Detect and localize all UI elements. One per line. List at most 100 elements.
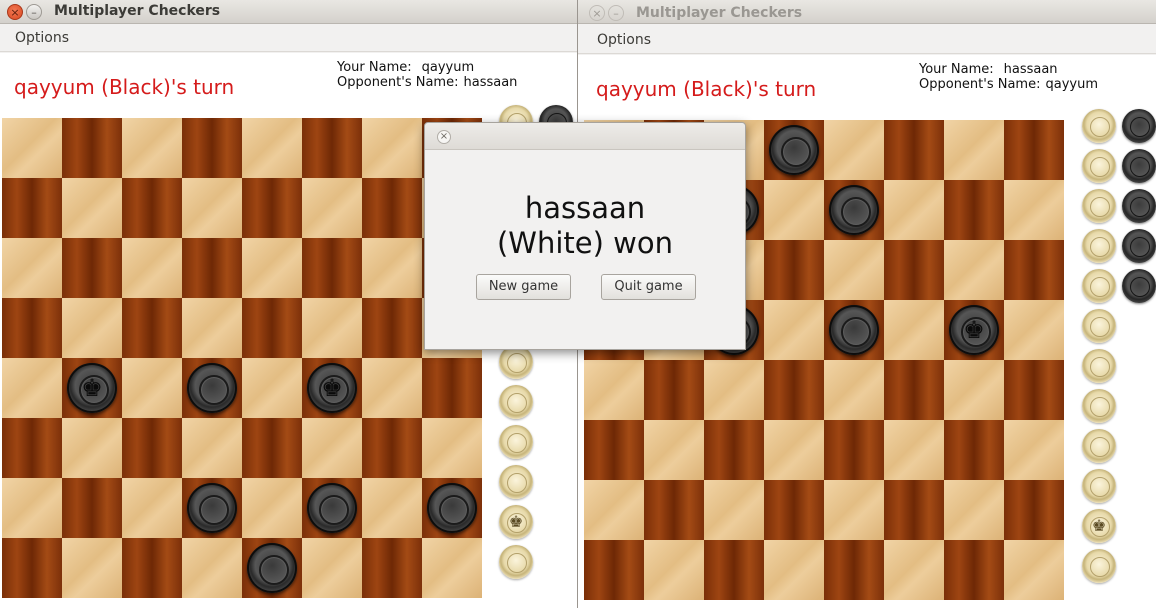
board-square[interactable] <box>422 478 482 538</box>
board-square[interactable]: ♚ <box>944 300 1004 360</box>
board-square[interactable] <box>764 540 824 600</box>
board-square[interactable] <box>644 540 704 600</box>
left-close-icon[interactable]: × <box>7 4 23 20</box>
black-king-piece[interactable]: ♚ <box>67 363 117 413</box>
board-square[interactable] <box>302 238 362 298</box>
board-square[interactable] <box>884 180 944 240</box>
board-square[interactable] <box>62 298 122 358</box>
board-square[interactable] <box>182 118 242 178</box>
board-square[interactable] <box>422 358 482 418</box>
board-square[interactable] <box>362 358 422 418</box>
board-square[interactable] <box>122 238 182 298</box>
board-square[interactable] <box>362 178 422 238</box>
board-square[interactable] <box>824 120 884 180</box>
board-square[interactable] <box>62 478 122 538</box>
board-square[interactable] <box>824 180 884 240</box>
board-square[interactable] <box>362 238 422 298</box>
left-checkerboard[interactable]: ♚ ♚ <box>2 118 482 598</box>
black-checker-piece[interactable] <box>187 483 237 533</box>
board-square[interactable] <box>62 118 122 178</box>
board-square[interactable] <box>884 120 944 180</box>
board-square[interactable] <box>62 538 122 598</box>
board-square[interactable] <box>1004 300 1064 360</box>
board-square[interactable] <box>584 420 644 480</box>
board-square[interactable] <box>242 178 302 238</box>
board-square[interactable] <box>242 118 302 178</box>
board-square[interactable] <box>122 178 182 238</box>
board-square[interactable] <box>362 538 422 598</box>
black-checker-piece[interactable] <box>307 483 357 533</box>
dialog-close-icon[interactable]: × <box>437 130 451 144</box>
board-square[interactable] <box>62 238 122 298</box>
board-square[interactable] <box>884 300 944 360</box>
board-square[interactable] <box>242 418 302 478</box>
board-square[interactable] <box>2 298 62 358</box>
board-square[interactable] <box>824 540 884 600</box>
board-square[interactable] <box>242 478 302 538</box>
board-square[interactable] <box>122 358 182 418</box>
left-minimize-icon[interactable]: – <box>26 4 42 20</box>
board-square[interactable] <box>362 418 422 478</box>
board-square[interactable] <box>1004 480 1064 540</box>
board-square[interactable] <box>764 480 824 540</box>
board-square[interactable] <box>944 240 1004 300</box>
board-square[interactable] <box>884 480 944 540</box>
board-square[interactable] <box>2 178 62 238</box>
board-square[interactable] <box>2 238 62 298</box>
board-square[interactable] <box>884 420 944 480</box>
board-square[interactable] <box>764 360 824 420</box>
board-square[interactable]: ♚ <box>62 358 122 418</box>
board-square[interactable] <box>704 420 764 480</box>
board-square[interactable] <box>182 178 242 238</box>
board-square[interactable] <box>362 478 422 538</box>
board-square[interactable] <box>302 178 362 238</box>
board-square[interactable] <box>1004 180 1064 240</box>
board-square[interactable] <box>884 540 944 600</box>
board-square[interactable] <box>764 180 824 240</box>
board-square[interactable] <box>242 238 302 298</box>
board-square[interactable] <box>122 298 182 358</box>
board-square[interactable] <box>764 120 824 180</box>
board-square[interactable] <box>2 478 62 538</box>
right-options-menu[interactable]: Options <box>597 32 651 48</box>
new-game-button[interactable]: New game <box>476 274 571 300</box>
board-square[interactable] <box>644 360 704 420</box>
board-square[interactable] <box>584 360 644 420</box>
board-square[interactable] <box>824 480 884 540</box>
black-king-piece[interactable]: ♚ <box>949 305 999 355</box>
board-square[interactable] <box>944 420 1004 480</box>
board-square[interactable] <box>242 358 302 418</box>
board-square[interactable] <box>242 538 302 598</box>
board-square[interactable] <box>362 118 422 178</box>
quit-game-button[interactable]: Quit game <box>601 274 696 300</box>
board-square[interactable] <box>2 418 62 478</box>
right-close-icon[interactable]: × <box>589 5 605 21</box>
board-square[interactable] <box>884 240 944 300</box>
black-checker-piece[interactable] <box>187 363 237 413</box>
left-options-menu[interactable]: Options <box>15 30 69 46</box>
board-square[interactable] <box>704 360 764 420</box>
board-square[interactable] <box>2 538 62 598</box>
board-square[interactable] <box>824 300 884 360</box>
board-square[interactable] <box>1004 540 1064 600</box>
board-square[interactable] <box>944 540 1004 600</box>
board-square[interactable] <box>302 478 362 538</box>
board-square[interactable] <box>422 418 482 478</box>
board-square[interactable] <box>1004 420 1064 480</box>
board-square[interactable] <box>182 298 242 358</box>
board-square[interactable] <box>122 538 182 598</box>
board-square[interactable] <box>122 478 182 538</box>
dialog-title-bar[interactable]: × <box>425 123 745 150</box>
board-square[interactable] <box>944 180 1004 240</box>
board-square[interactable] <box>182 238 242 298</box>
board-square[interactable] <box>764 300 824 360</box>
board-square[interactable] <box>2 118 62 178</box>
black-checker-piece[interactable] <box>829 185 879 235</box>
board-square[interactable] <box>182 538 242 598</box>
board-square[interactable] <box>824 240 884 300</box>
board-square[interactable] <box>302 538 362 598</box>
board-square[interactable] <box>584 480 644 540</box>
board-square[interactable] <box>884 360 944 420</box>
board-square[interactable] <box>182 418 242 478</box>
black-checker-piece[interactable] <box>829 305 879 355</box>
